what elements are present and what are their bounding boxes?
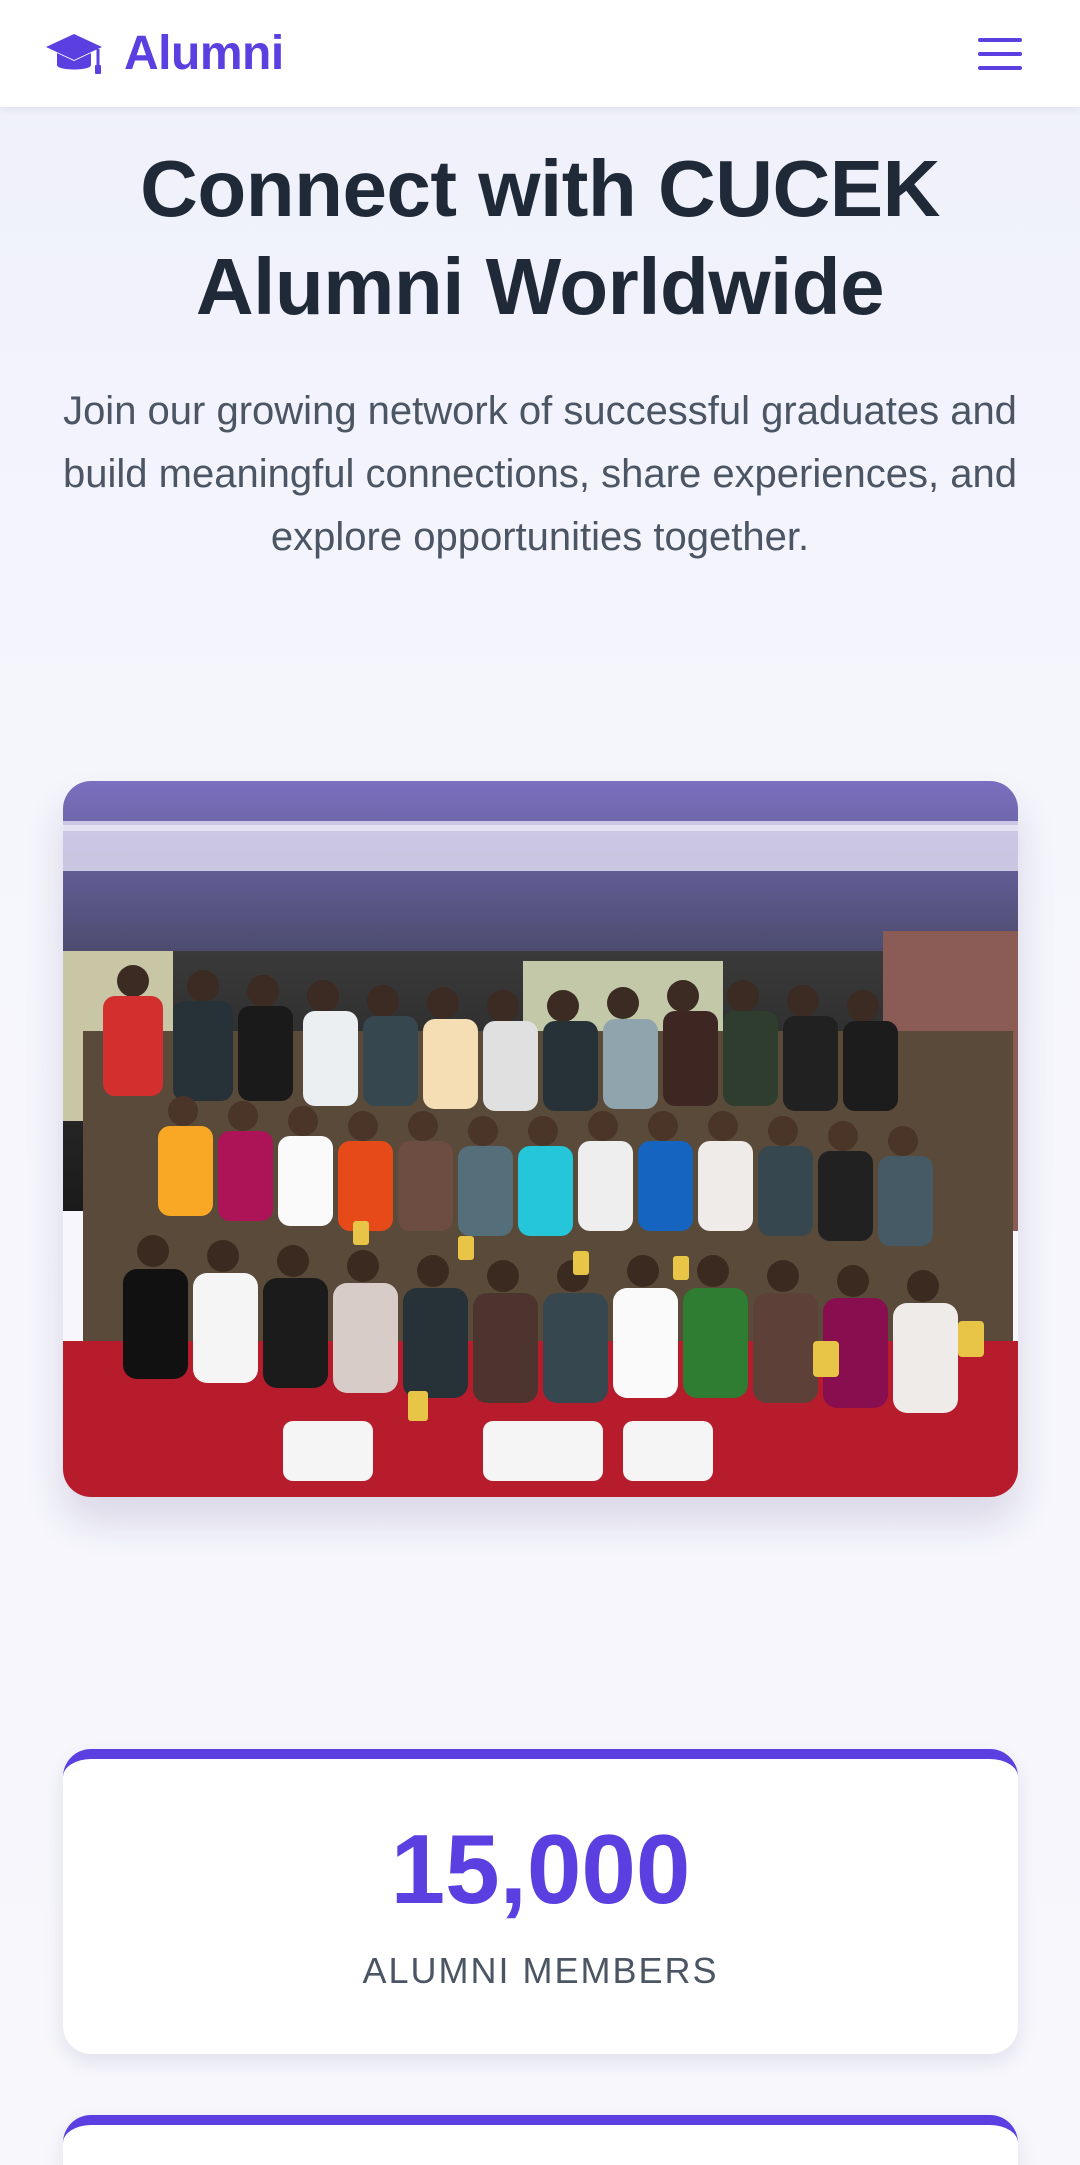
navbar: Alumni [0, 0, 1080, 107]
brand-link[interactable]: Alumni [44, 26, 284, 81]
hero-title: Connect with CUCEK Alumni Worldwide [140, 144, 940, 331]
menu-bar [978, 37, 1022, 42]
graduation-cap-icon [46, 33, 102, 74]
hero-subtitle: Join our growing network of successful g… [63, 389, 1017, 559]
group-photo [63, 781, 1018, 1497]
stat-label: ALUMNI MEMBERS [362, 1950, 719, 1991]
menu-bar [978, 65, 1022, 70]
brand-text: Alumni [124, 27, 284, 80]
hamburger-menu-icon[interactable] [976, 34, 1024, 74]
page: Alumni Connect with CUCEK Alumni Worldwi… [0, 0, 1080, 2165]
group-photo-image [63, 781, 1018, 1497]
stat-value: 15,000 [390, 1814, 691, 1924]
stat-card-alumni-members: 15,000 ALUMNI MEMBERS [63, 1749, 1018, 2054]
stat-card-next [63, 2115, 1018, 2165]
menu-bar [978, 51, 1022, 56]
